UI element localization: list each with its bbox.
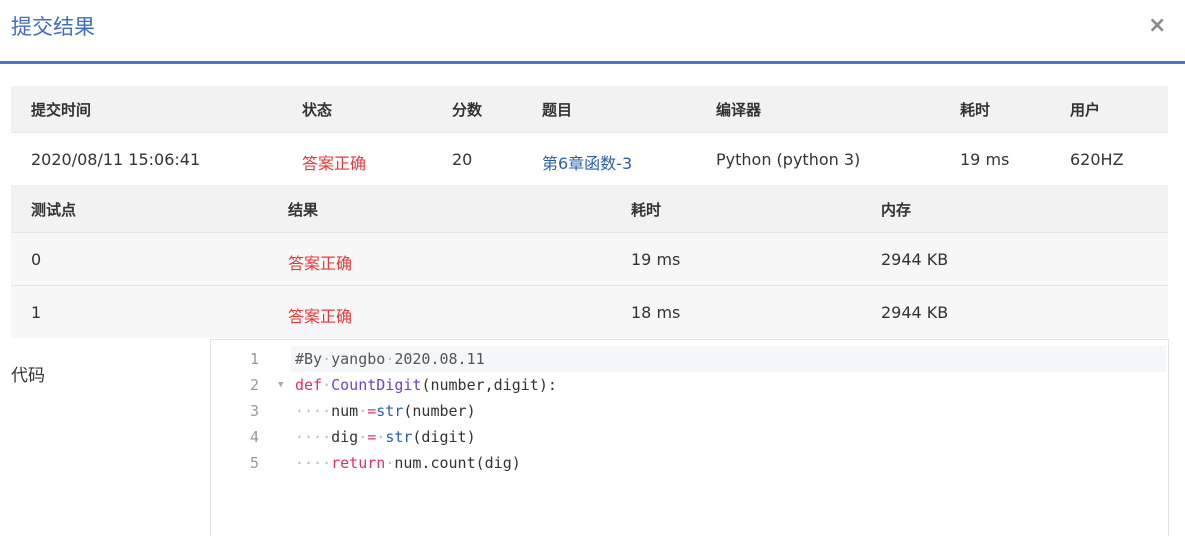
code-token: · [385,350,395,368]
code-token: · [376,428,386,446]
code-token: = [367,402,377,420]
code-text: ····num·=str(number) [295,398,476,424]
line-number: 3 [249,402,259,420]
col-header-score: 分数 [452,101,483,119]
test-time: 19 ms [631,250,681,269]
code-token: (number) [403,402,476,420]
table-row: 1 答案正确 18 ms 2944 KB [11,285,1168,338]
submit-time: 2020/08/11 15:06:41 [31,150,201,169]
test-point-id: 1 [31,303,42,322]
line-number: 1 [249,350,259,368]
code-text: ····return·num.count(dig) [295,450,521,476]
problem-link[interactable]: 第6章函数-3 [542,150,632,174]
code-token: ···· [295,454,332,472]
code-token: ···· [295,402,332,420]
col-header-test-time: 耗时 [631,201,662,219]
submission-header-row: 提交时间 状态 分数 题目 编译器 耗时 用户 [11,86,1168,132]
dialog-header: 提交结果 × [0,0,1185,64]
code-token: CountDigit [331,376,422,394]
user: 620HZ [1070,150,1124,169]
col-header-problem: 题目 [542,101,573,119]
code-token: #By [295,350,323,368]
code-token: · [358,402,368,420]
code-line: 1 #By·yangbo·2020.08.11 [211,346,1166,372]
code-token: yangbo [331,350,386,368]
line-number: 2 [249,376,259,394]
test-time: 18 ms [631,303,681,322]
elapsed-time: 19 ms [960,150,1010,169]
line-number: 4 [249,428,259,446]
submission-row: 2020/08/11 15:06:41 答案正确 20 第6章函数-3 Pyth… [11,132,1168,185]
dialog-title: 提交结果 [11,15,95,39]
code-line: 2 ▼ def·CountDigit(number,digit): [211,372,1166,398]
code-token: str [385,428,413,446]
code-text: #By·yangbo·2020.08.11 [295,346,485,372]
col-header-submit-time: 提交时间 [31,101,92,119]
col-header-status: 状态 [302,101,333,119]
code-token: def [295,376,323,394]
code-token: ···· [295,428,332,446]
col-header-result: 结果 [288,201,319,219]
code-line: 3 ····num·=str(number) [211,398,1166,424]
status-badge: 答案正确 [302,154,367,173]
score: 20 [452,150,473,169]
code-token: num [331,402,359,420]
test-result: 答案正确 [288,307,353,326]
code-label: 代码 [11,366,45,386]
code-token: = [367,428,377,446]
code-token: return [331,454,386,472]
code-token: dig [331,428,359,446]
col-header-memory: 内存 [881,201,912,219]
col-header-user: 用户 [1070,101,1101,119]
code-token: (number,digit): [421,376,557,394]
code-token: 2020.08.11 [394,350,485,368]
code-token: num.count(dig) [394,454,521,472]
code-text: def·CountDigit(number,digit): [295,372,557,398]
col-header-compiler: 编译器 [716,101,762,119]
code-token: · [322,350,332,368]
code-token: · [385,454,395,472]
table-row: 0 答案正确 19 ms 2944 KB [11,232,1168,285]
code-token: (digit) [412,428,476,446]
test-result: 答案正确 [288,254,353,273]
tests-header-row: 测试点 结果 耗时 内存 [11,185,1168,232]
col-header-test-point: 测试点 [31,201,77,219]
code-text: ····dig·=·str(digit) [295,424,476,450]
code-line: 4 ····dig·=·str(digit) [211,424,1166,450]
code-token: · [358,428,368,446]
close-icon[interactable]: × [1148,14,1166,38]
code-line: 5 ····return·num.count(dig) [211,450,1166,476]
col-header-elapsed: 耗时 [960,101,991,119]
test-point-id: 0 [31,250,42,269]
line-number: 5 [249,454,259,472]
code-editor[interactable]: 1 #By·yangbo·2020.08.11 2 ▼ def·CountDig… [210,339,1169,536]
test-memory: 2944 KB [881,303,949,322]
fold-arrow-icon[interactable]: ▼ [278,372,283,398]
code-token: str [376,402,404,420]
test-memory: 2944 KB [881,250,949,269]
code-token: · [322,376,332,394]
compiler: Python (python 3) [716,150,861,169]
